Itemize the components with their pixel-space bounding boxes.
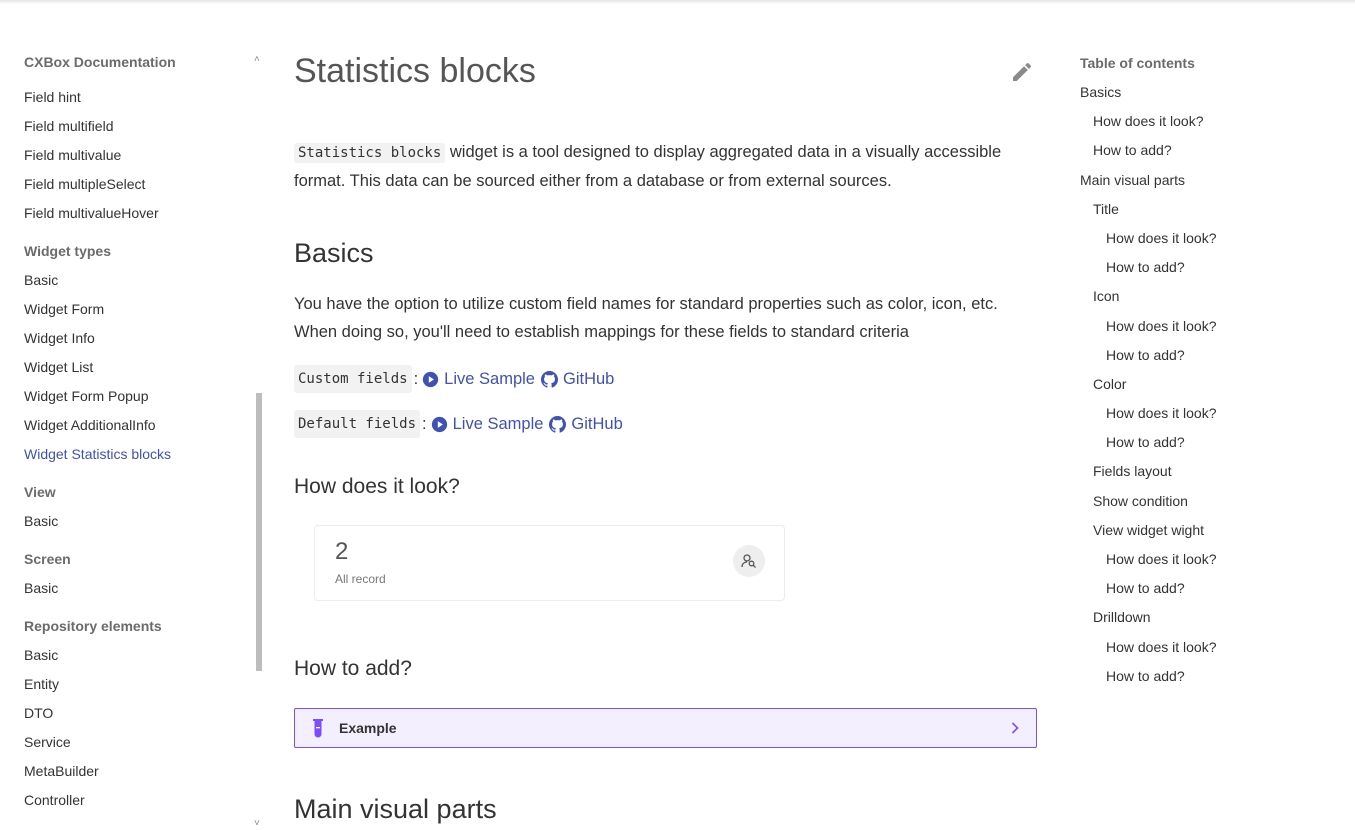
toc-item[interactable]: How to add? (1080, 258, 1340, 287)
toc-item[interactable]: How to add? (1080, 433, 1340, 462)
basics-paragraph: You have the option to utilize custom fi… (294, 295, 998, 341)
toc-item[interactable]: How to add? (1080, 667, 1340, 696)
sidebar-item[interactable]: Widget AdditionalInfo (24, 415, 254, 444)
sidebar-item[interactable]: Widget Statistics blocks (24, 444, 254, 473)
table-of-contents: Table of contents Basics How does it look… (1080, 54, 1340, 696)
sidebar: CXBox Documentation ˄ Field hint Field mu… (0, 0, 262, 830)
toc-item[interactable]: How to add? (1080, 346, 1340, 375)
play-circle-icon (431, 416, 447, 432)
github-link[interactable]: GitHub (549, 412, 623, 436)
toc-item[interactable]: How to add? (1080, 579, 1340, 608)
toc-item[interactable]: How does it look? (1080, 550, 1340, 579)
sidebar-item[interactable]: Widget Info (24, 328, 254, 357)
scroll-down-caret-icon[interactable]: ˅ (254, 818, 260, 829)
default-fields-row: Default fields : Live Sample GitHub (294, 410, 623, 438)
sidebar-item[interactable]: Field multifield (24, 116, 254, 145)
live-sample-link[interactable]: Live Sample (431, 412, 543, 436)
intro-paragraph: Statistics blocks widget is a tool desig… (294, 138, 1038, 195)
toc-item[interactable]: How does it look? (1080, 404, 1340, 433)
toc-item[interactable]: Basics (1080, 83, 1340, 112)
github-icon (549, 415, 567, 433)
toc-item[interactable]: How does it look? (1080, 638, 1340, 667)
user-search-icon (733, 545, 765, 577)
toc-item[interactable]: Drilldown (1080, 608, 1340, 637)
inline-code-default-fields: Default fields (294, 410, 421, 438)
page-title: Statistics blocks (294, 52, 536, 90)
sidebar-item[interactable]: Field hint (24, 87, 254, 116)
heading-how-to-add: How to add? (294, 657, 412, 680)
play-circle-icon (423, 371, 439, 387)
sidebar-item[interactable]: Controller (24, 790, 254, 819)
sidebar-item[interactable]: Widget Form (24, 299, 254, 328)
sidebar-list: Field hint Field multifield Field multival… (24, 87, 254, 819)
heading-how-does-it-look: How does it look? (294, 475, 460, 498)
chevron-right-icon (1011, 722, 1019, 734)
toc-item[interactable]: View widget wight (1080, 521, 1340, 550)
sidebar-section-heading[interactable]: View (24, 481, 254, 511)
sidebar-item[interactable]: Basic (24, 645, 254, 674)
sidebar-item[interactable]: Entity (24, 674, 254, 703)
github-link[interactable]: GitHub (540, 367, 614, 391)
sidebar-item[interactable]: Basic (24, 511, 254, 540)
heading-basics: Basics (294, 238, 374, 268)
sidebar-section-heading[interactable]: Screen (24, 548, 254, 578)
inline-code-custom-fields: Custom fields (294, 365, 412, 393)
sidebar-item[interactable]: Field multivalueHover (24, 203, 254, 232)
sidebar-title[interactable]: CXBox Documentation (24, 54, 176, 70)
toc-item[interactable]: Icon (1080, 287, 1340, 316)
sidebar-scrollbar[interactable] (256, 393, 262, 671)
sidebar-item[interactable]: Field multivalue (24, 145, 254, 174)
edit-pencil-icon[interactable] (1010, 60, 1034, 84)
collapse-caret-icon[interactable]: ˄ (254, 54, 260, 65)
sidebar-section-heading[interactable]: Repository elements (24, 615, 254, 645)
sidebar-item[interactable]: Widget Form Popup (24, 386, 254, 415)
statistics-block-card[interactable]: 2 All record (314, 525, 785, 601)
example-collapsible[interactable]: Example (294, 708, 1037, 748)
heading-main-visual-parts: Main visual parts (294, 794, 497, 824)
live-sample-link[interactable]: Live Sample (422, 367, 535, 391)
inline-code-statistics-blocks: Statistics blocks (294, 143, 446, 163)
sidebar-item[interactable]: Field multipleSelect (24, 174, 254, 203)
toc-item[interactable]: How does it look? (1080, 229, 1340, 258)
custom-fields-row: Custom fields : Live Sample GitHub (294, 365, 614, 393)
sidebar-item[interactable]: Widget List (24, 357, 254, 386)
sidebar-item[interactable]: DTO (24, 703, 254, 732)
toc-item[interactable]: How to add? (1080, 141, 1340, 170)
sidebar-section-heading[interactable]: Widget types (24, 240, 254, 270)
sidebar-item[interactable]: Basic (24, 578, 254, 607)
sidebar-item[interactable]: MetaBuilder (24, 761, 254, 790)
sidebar-item[interactable]: Basic (24, 270, 254, 299)
flask-icon (313, 719, 323, 738)
toc-item[interactable]: Fields layout (1080, 462, 1340, 491)
example-label: Example (339, 720, 397, 736)
sidebar-item[interactable]: Service (24, 732, 254, 761)
stat-label: All record (335, 572, 386, 586)
toc-item[interactable]: Title (1080, 200, 1340, 229)
toc-item[interactable]: Color (1080, 375, 1340, 404)
toc-item[interactable]: How does it look? (1080, 317, 1340, 346)
stat-value: 2 (335, 538, 349, 565)
toc-item[interactable]: How does it look? (1080, 112, 1340, 141)
toc-title: Table of contents (1080, 55, 1195, 71)
toc-item[interactable]: Main visual parts (1080, 171, 1340, 200)
toc-item[interactable]: Show condition (1080, 492, 1340, 521)
toc-list: Basics How does it look? How to add? Main v… (1080, 83, 1340, 696)
github-icon (540, 370, 558, 388)
